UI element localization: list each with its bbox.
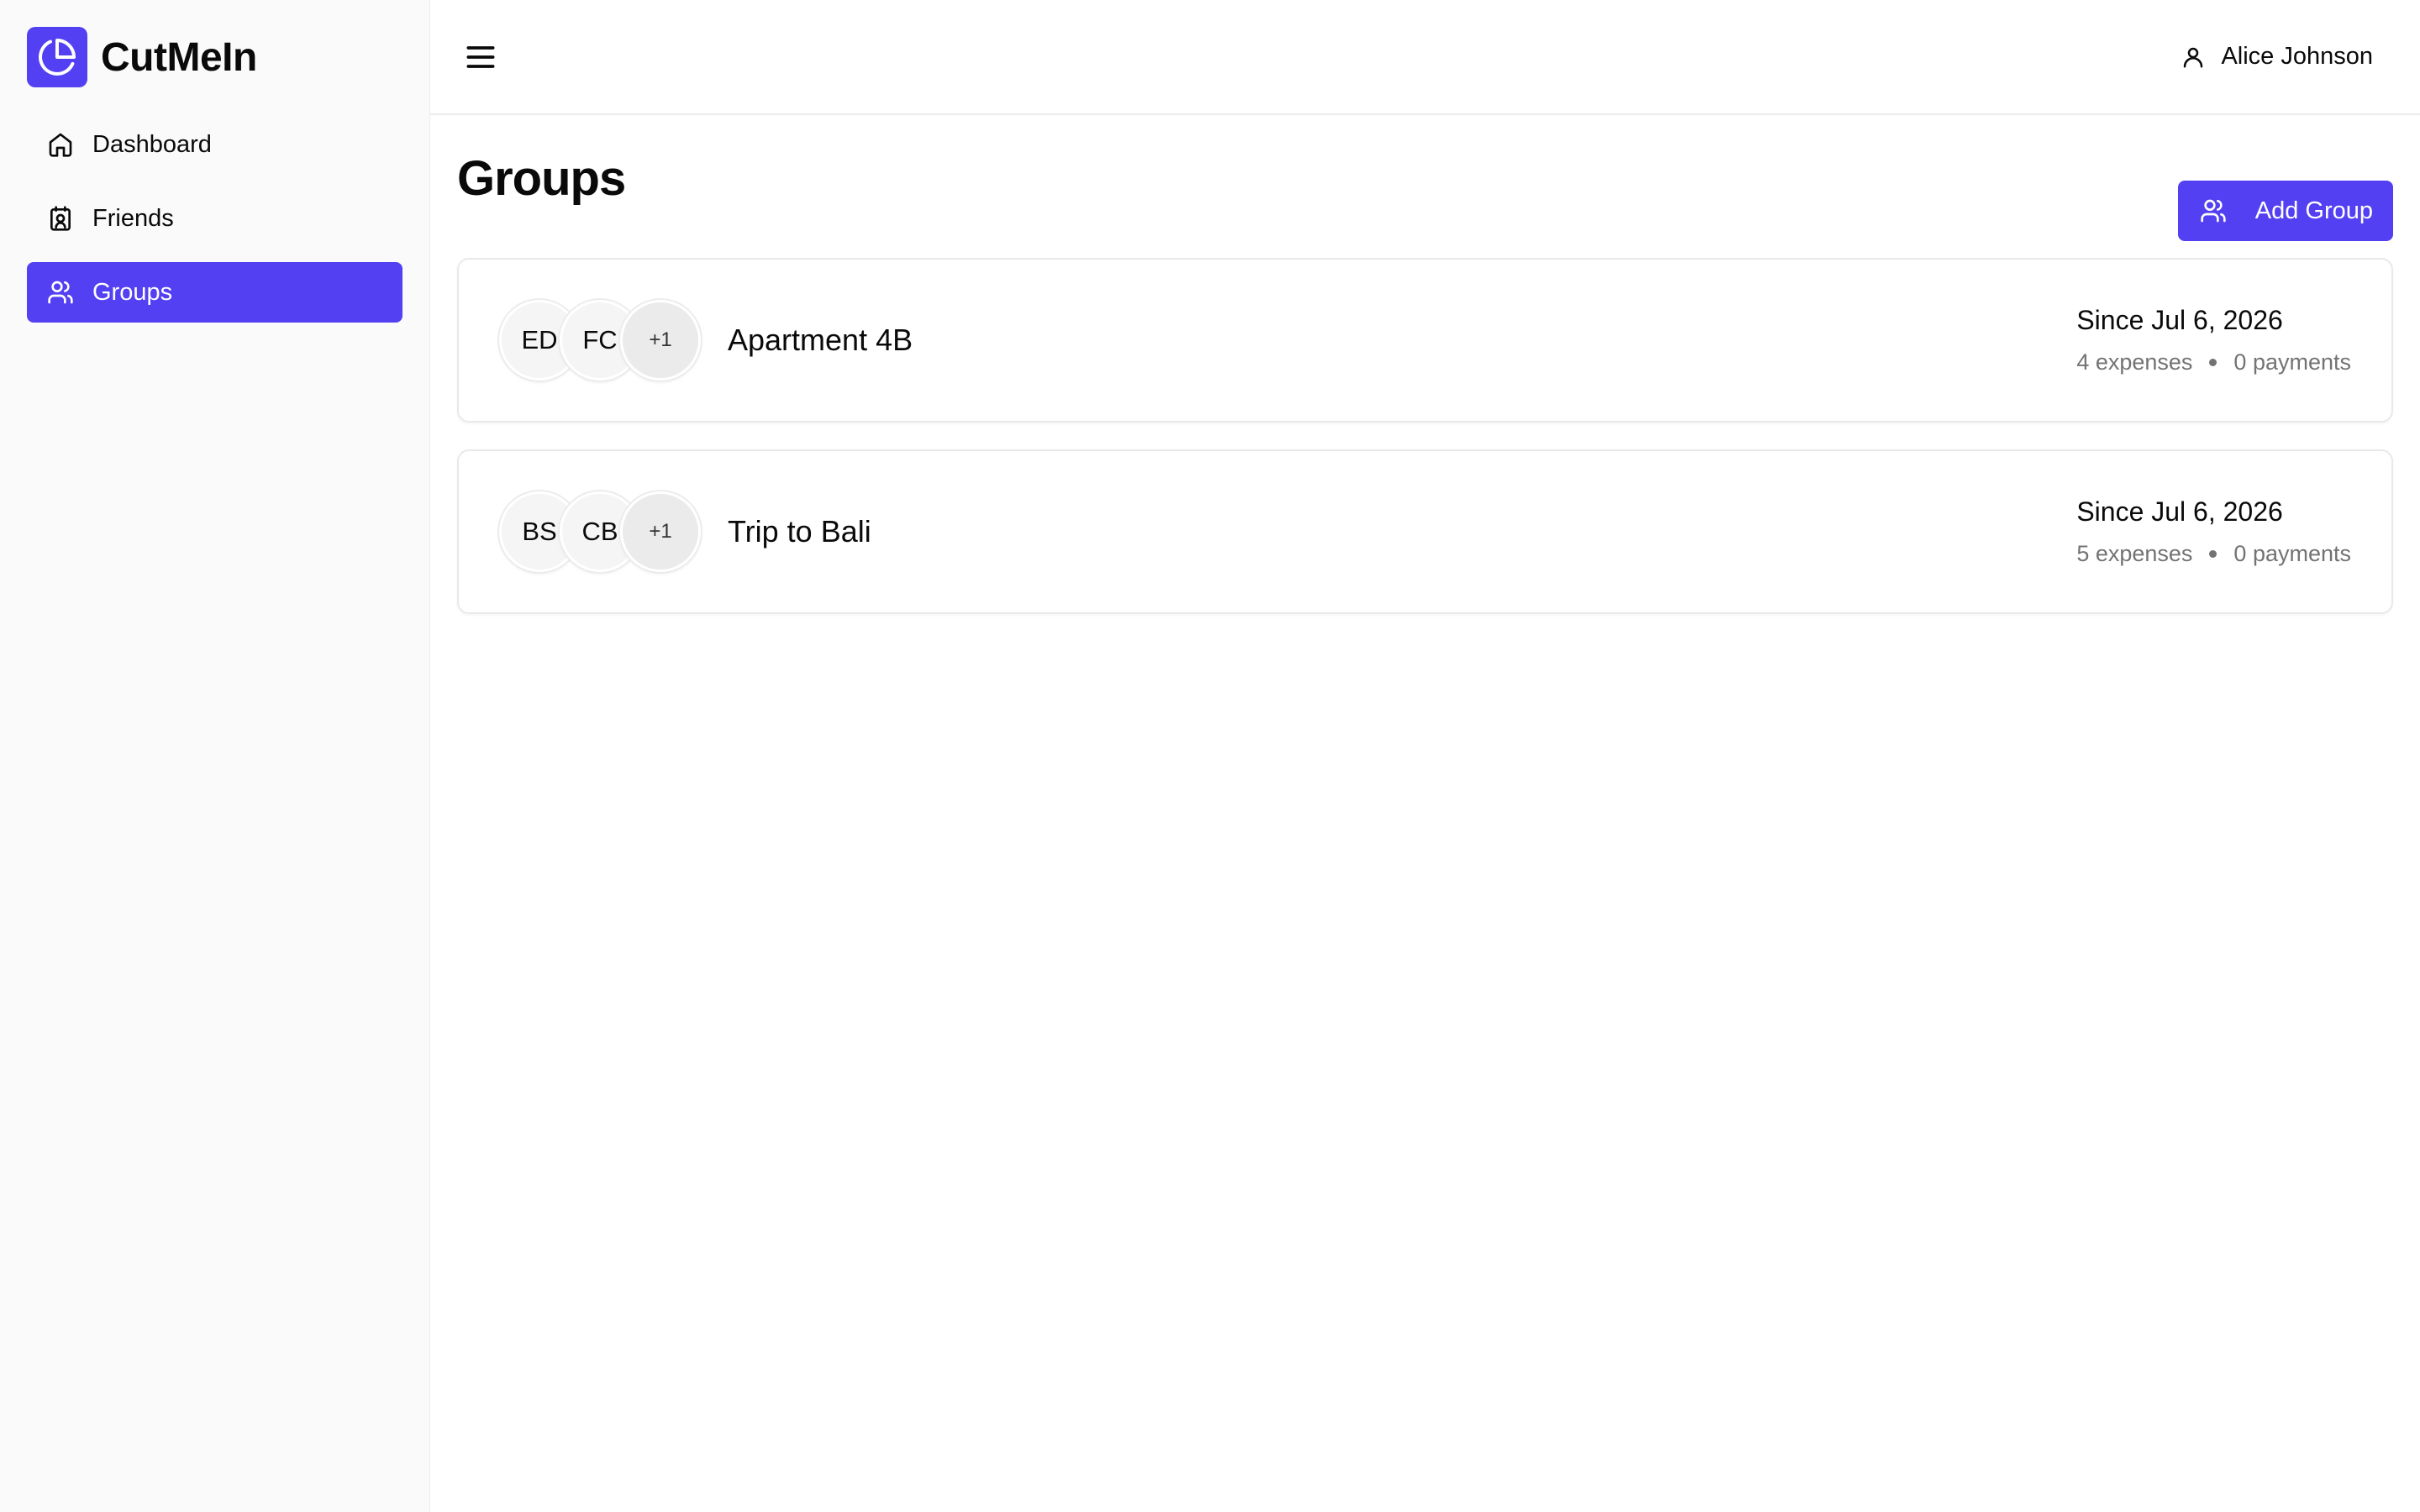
brand-name: CutMeIn (101, 34, 257, 80)
sidebar-item-dashboard[interactable]: Dashboard (27, 114, 402, 175)
app-root: CutMeIn Dashboard Friends Groups Alice J… (0, 0, 2420, 1512)
users-icon (2201, 199, 2226, 223)
top-bar: Alice Johnson (430, 0, 2420, 115)
add-group-label: Add Group (2254, 197, 2373, 224)
group-card-apartment-4b[interactable]: ED FC +1 Apartment 4B Since Jul 6, 2026 … (457, 258, 2393, 423)
separator-dot-icon (2209, 359, 2217, 366)
group-stats: 5 expenses 0 payments (2076, 541, 2351, 567)
main-content: Groups Add Group ED FC +1 Apartment 4B S… (430, 115, 2420, 1512)
group-stats: 4 expenses 0 payments (2076, 349, 2351, 375)
expense-count: 5 expenses (2076, 541, 2193, 566)
payment-count: 0 payments (2233, 349, 2351, 375)
separator-dot-icon (2209, 550, 2217, 558)
menu-toggle-button[interactable] (457, 34, 504, 81)
member-avatars: ED FC +1 (499, 300, 701, 381)
group-name: Apartment 4B (728, 323, 913, 357)
group-meta: Since Jul 6, 2026 4 expenses 0 payments (2076, 305, 2351, 375)
user-name: Alice Johnson (2221, 43, 2373, 70)
group-since: Since Jul 6, 2026 (2076, 305, 2283, 335)
group-info: BS CB +1 Trip to Bali (499, 491, 871, 572)
group-card-trip-to-bali[interactable]: BS CB +1 Trip to Bali Since Jul 6, 2026 … (457, 449, 2393, 614)
group-meta: Since Jul 6, 2026 5 expenses 0 payments (2076, 496, 2351, 567)
sidebar-nav: Dashboard Friends Groups (0, 114, 429, 323)
page-header: Groups Add Group (457, 115, 2393, 258)
contact-card-icon (47, 205, 74, 232)
sidebar: CutMeIn Dashboard Friends Groups (0, 0, 430, 1512)
home-icon (47, 131, 74, 158)
pie-chart-logo-icon (27, 27, 87, 87)
group-since: Since Jul 6, 2026 (2076, 496, 2283, 527)
group-name: Trip to Bali (728, 514, 871, 549)
user-icon (2184, 47, 2203, 67)
avatar-more-count: +1 (620, 300, 701, 381)
avatar-more-count: +1 (620, 491, 701, 572)
payment-count: 0 payments (2233, 541, 2351, 566)
sidebar-item-groups[interactable]: Groups (27, 262, 402, 323)
sidebar-item-label: Dashboard (92, 130, 212, 158)
expense-count: 4 expenses (2076, 349, 2193, 375)
sidebar-item-friends[interactable]: Friends (27, 188, 402, 249)
add-group-button[interactable]: Add Group (2177, 181, 2393, 241)
users-icon (47, 279, 74, 306)
user-menu[interactable]: Alice Johnson (2181, 43, 2373, 71)
hamburger-menu-icon (466, 45, 495, 68)
brand[interactable]: CutMeIn (0, 0, 429, 114)
group-info: ED FC +1 Apartment 4B (499, 300, 913, 381)
sidebar-item-label: Groups (92, 278, 173, 306)
sidebar-item-label: Friends (92, 204, 174, 232)
member-avatars: BS CB +1 (499, 491, 701, 572)
group-list: ED FC +1 Apartment 4B Since Jul 6, 2026 … (457, 258, 2393, 614)
page-title: Groups (457, 151, 626, 206)
